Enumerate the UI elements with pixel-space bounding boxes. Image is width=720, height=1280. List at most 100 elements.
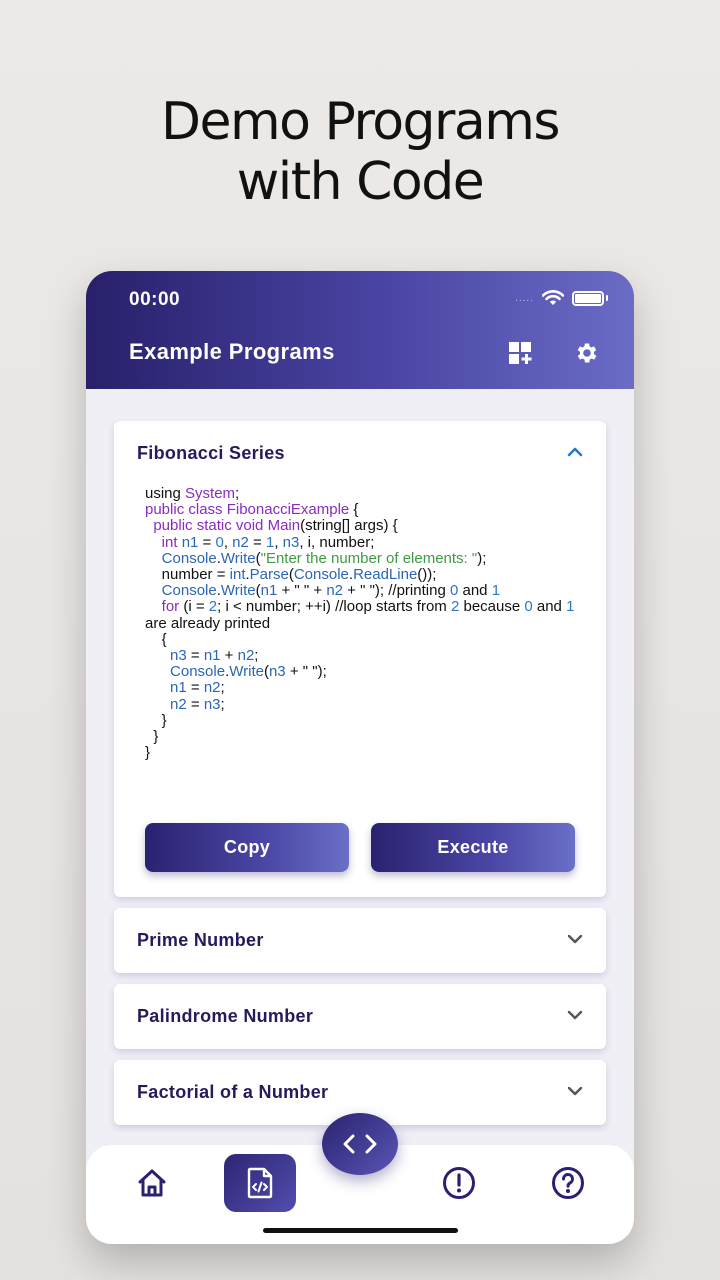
code-token: Console — [161, 582, 217, 600]
code-token: for — [161, 598, 180, 616]
code-token: n1 — [203, 647, 221, 665]
code-token: n3 — [170, 647, 187, 665]
chevron-up-icon[interactable] — [566, 445, 584, 459]
code-token: Write — [229, 663, 264, 681]
program-card-palindrome[interactable]: Palindrome Number — [114, 984, 606, 1049]
code-token: n2 — [203, 679, 221, 697]
code-token: n1 — [260, 582, 278, 600]
code-line: n2 = n3; — [145, 695, 575, 713]
code-token: (i = — [179, 598, 209, 616]
chevron-down-icon[interactable] — [566, 932, 584, 946]
code-token: , — [223, 533, 233, 551]
code-line: } — [145, 728, 575, 746]
code-token: ; — [235, 485, 240, 502]
card-header[interactable]: Palindrome Number — [114, 984, 606, 1048]
code-token: = — [186, 695, 204, 713]
card-header[interactable]: Fibonacci Series — [114, 421, 606, 485]
nav-alerts[interactable] — [439, 1163, 479, 1203]
code-block: using System; public class FibonacciExamp… — [145, 485, 575, 762]
code-token: using — [145, 485, 186, 502]
headline-line-2: with Code — [236, 152, 485, 212]
code-token: Write — [220, 582, 256, 600]
code-line: public static void Main(string[] args) { — [145, 518, 575, 534]
code-token: Console — [170, 663, 226, 681]
code-line: int n1 = 0, n2 = 1, n3, i, number; — [145, 533, 575, 551]
wifi-icon — [542, 290, 564, 305]
code-token: public class — [145, 501, 227, 519]
code-line: { — [145, 630, 575, 648]
code-token: ; i < number; ++i) //loop starts from — [217, 598, 451, 616]
code-line: n1 = n2; — [145, 680, 575, 696]
card-title: Fibonacci Series — [137, 443, 285, 463]
code-token: n1 — [170, 679, 187, 697]
code-token: ); — [477, 549, 487, 567]
code-token: (string[] args) { — [300, 517, 398, 535]
headline-line-1: Demo Programs — [160, 92, 561, 152]
code-token: int — [229, 566, 246, 584]
code-token: = — [198, 533, 216, 551]
code-fab-button[interactable] — [322, 1113, 398, 1175]
chevron-down-icon[interactable] — [566, 1084, 584, 1098]
code-file-icon — [247, 1167, 273, 1199]
code-token: Console — [293, 566, 349, 584]
code-token: and — [532, 598, 567, 616]
app-title: Example Programs — [129, 339, 335, 364]
code-token: ; — [220, 679, 225, 697]
home-icon — [138, 1169, 166, 1197]
code-line: public class FibonacciExample { — [145, 502, 575, 518]
code-token: Console — [161, 549, 217, 567]
battery-icon — [572, 290, 604, 306]
alert-circle-icon — [443, 1167, 475, 1199]
code-token: = — [248, 533, 266, 551]
code-token: ; — [220, 695, 225, 713]
code-line: n3 = n1 + n2; — [145, 647, 575, 665]
copy-button[interactable]: Copy — [145, 823, 349, 872]
code-token: ReadLine — [353, 566, 418, 584]
code-token: = — [186, 647, 204, 665]
code-token: 2 — [208, 598, 218, 616]
code-token: + — [220, 647, 238, 665]
code-token: n3 — [268, 663, 286, 681]
code-line: using System; — [145, 485, 575, 502]
nav-programs[interactable] — [224, 1154, 296, 1212]
code-token: { — [145, 630, 167, 648]
home-indicator — [263, 1228, 458, 1233]
code-token: Write — [220, 549, 256, 567]
code-token: + " " + — [277, 582, 327, 600]
phone-frame: 00:00 ..... Example Programs Fibonacci S… — [86, 271, 634, 1244]
nav-help[interactable] — [548, 1163, 588, 1203]
code-token: n2 — [170, 695, 187, 713]
code-token: } — [145, 744, 151, 762]
card-header[interactable]: Prime Number — [114, 908, 606, 972]
code-token: 0 — [524, 598, 533, 616]
status-icons: ..... — [515, 290, 608, 306]
nav-home[interactable] — [132, 1163, 172, 1203]
code-line: Console.Write(n1 + " " + n2 + " "); //pr… — [145, 583, 575, 599]
code-token: 1 — [491, 582, 501, 600]
execute-button[interactable]: Execute — [371, 823, 575, 872]
code-token: System — [185, 485, 236, 502]
code-token: ()); — [417, 566, 437, 584]
code-token: n2 — [326, 582, 344, 600]
code-line: Console.Write(n3 + " "); — [145, 664, 575, 680]
gear-icon — [577, 343, 597, 363]
code-token: = — [186, 679, 204, 697]
help-circle-icon — [552, 1167, 584, 1199]
add-widget-button[interactable] — [508, 340, 534, 366]
code-token: , — [274, 533, 283, 551]
chevron-down-icon[interactable] — [566, 1008, 584, 1022]
settings-button[interactable] — [574, 340, 600, 366]
code-token: } — [145, 728, 159, 746]
card-title: Palindrome Number — [137, 1006, 314, 1026]
code-token: + " "); //printing — [343, 582, 450, 600]
code-token: n2 — [237, 647, 255, 665]
program-card-prime[interactable]: Prime Number — [114, 908, 606, 973]
code-token: n3 — [282, 533, 300, 551]
code-token: Parse — [249, 566, 289, 584]
